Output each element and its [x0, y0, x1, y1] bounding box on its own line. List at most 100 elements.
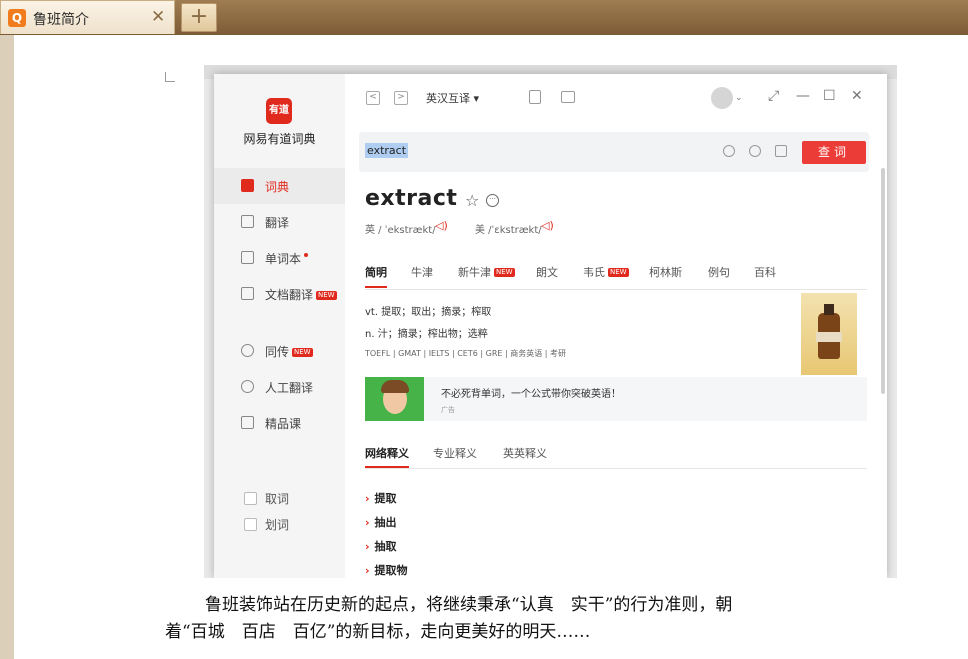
new-badge: NEW — [292, 348, 313, 357]
forward-button[interactable]: > — [394, 91, 408, 105]
embedded-screenshot: 有道 网易有道词典 词典 翻译 单词本 文档翻译 NEW 同传 NEW 人工翻译… — [204, 65, 897, 578]
sidebar-item-course[interactable]: 精品课 — [214, 405, 345, 441]
sidebar-item-wordbook[interactable]: 单词本 — [214, 240, 345, 276]
us-speaker-icon[interactable]: ◁) — [541, 219, 554, 232]
uk-speaker-icon[interactable]: ◁) — [435, 219, 448, 232]
youdao-window: 有道 网易有道词典 词典 翻译 单词本 文档翻译 NEW 同传 NEW 人工翻译… — [214, 74, 887, 578]
new-badge: NEW — [316, 291, 337, 300]
sidebar-item-label: 人工翻译 — [265, 381, 314, 395]
book-cover-image[interactable] — [801, 293, 857, 375]
ad-banner[interactable]: 不必死背单词，一个公式带你突破英语！ 广告 — [365, 377, 867, 421]
definition-noun: n. 汁；摘录；榨出物；选粹 — [365, 329, 488, 340]
history-icon[interactable] — [749, 145, 761, 157]
sidebar-item-simultaneous[interactable]: 同传 NEW — [214, 333, 345, 369]
tab-examples[interactable]: 例句 — [708, 264, 730, 280]
paragraph-line: 着“百城 百店 百亿”的新目标，走向更美好的明天…… — [165, 622, 591, 642]
page-margin — [0, 35, 14, 659]
back-button[interactable]: < — [366, 91, 380, 105]
human-translate-icon — [241, 380, 254, 393]
mini-mode-icon[interactable]: ⤢ — [768, 88, 779, 104]
tab-concise[interactable]: 简明 — [365, 264, 387, 280]
clear-icon[interactable] — [723, 145, 735, 157]
select-word-checkbox[interactable] — [244, 518, 257, 531]
web-definition-item[interactable]: › 抽出 — [365, 514, 397, 530]
tab-encyclopedia[interactable]: 百科 — [754, 264, 776, 280]
dictionary-icon — [241, 179, 254, 192]
document-translate-icon — [241, 287, 254, 300]
youdao-sidebar: 有道 网易有道词典 词典 翻译 单词本 文档翻译 NEW 同传 NEW 人工翻译… — [214, 74, 345, 578]
browser-tab[interactable]: Q 鲁班简介 ✕ — [0, 0, 175, 34]
youdao-toolbar: < > 英汉互译 ▾ ⌄ ⤢ — ☐ ✕ — [345, 74, 887, 124]
web-definition-tabs: 网络释义 专业释义 英英释义 — [365, 440, 867, 469]
document-body: 鲁班装饰站在历史新的起点，将继续秉承“认真 实干”的行为准则，朝 着“百城 百店… — [165, 592, 865, 646]
capture-word-label: 取词 — [265, 492, 290, 506]
screenshot-icon[interactable] — [561, 91, 575, 103]
sidebar-item-label: 文档翻译 NEW — [265, 288, 337, 302]
ad-image — [365, 377, 424, 421]
language-select[interactable]: 英汉互译 ▾ — [426, 90, 479, 106]
definition-verb: vt. 提取；取出；摘录；榨取 — [365, 307, 492, 318]
tab-longman[interactable]: 朗文 — [536, 264, 558, 280]
dictionary-tabs: 简明 牛津 新牛津 NEW 朗文 韦氏 NEW 柯林斯 例句 百科 — [365, 257, 867, 290]
tab-webster[interactable]: 韦氏 NEW — [583, 264, 629, 280]
tab-web-definition[interactable]: 网络释义 — [365, 445, 409, 461]
search-bar: extract 查词 — [359, 132, 869, 172]
sidebar-item-label: 精品课 — [265, 417, 302, 431]
ad-text: 不必死背单词，一个公式带你突破英语！ — [441, 389, 621, 400]
tab-collins[interactable]: 柯林斯 — [649, 264, 682, 280]
close-tab-icon[interactable]: ✕ — [151, 7, 165, 27]
close-icon[interactable]: ✕ — [851, 88, 863, 104]
active-tab-underline — [365, 286, 387, 288]
minimize-icon[interactable]: — — [796, 88, 810, 104]
app-name: 网易有道词典 — [243, 132, 316, 146]
sidebar-item-label: 词典 — [265, 180, 290, 194]
tab-new-oxford[interactable]: 新牛津 NEW — [458, 264, 515, 280]
tab-oxford[interactable]: 牛津 — [411, 264, 433, 280]
margin-corner-mark — [165, 72, 175, 82]
sidebar-item-label: 单词本 — [265, 250, 309, 267]
search-input[interactable]: extract — [365, 143, 409, 158]
browser-tab-bar: Q 鲁班简介 ✕ + — [0, 0, 968, 35]
avatar[interactable] — [711, 87, 733, 109]
sidebar-item-label: 同传 NEW — [265, 345, 313, 359]
notification-dot — [304, 253, 309, 257]
translate-icon — [241, 215, 254, 228]
sidebar-item-human-translate[interactable]: 人工翻译 — [214, 369, 345, 405]
paragraph-line: 鲁班装饰站在历史新的起点，将继续秉承“认真 实干”的行为准则，朝 — [205, 595, 733, 615]
exam-tags: TOEFL | GMAT | IELTS | CET6 | GRE | 商务英语… — [365, 349, 566, 358]
uk-phonetic: 英 / ˈekstrækt/ — [365, 225, 436, 236]
maximize-icon[interactable]: ☐ — [823, 88, 836, 104]
simultaneous-icon — [241, 344, 254, 357]
web-definition-item[interactable]: › 提取物 — [365, 562, 408, 578]
chevron-down-icon[interactable]: ⌄ — [735, 93, 743, 103]
tab-english-definition[interactable]: 英英释义 — [503, 445, 547, 461]
youdao-logo: 有道 — [266, 98, 292, 124]
course-icon — [241, 416, 254, 429]
notebook-icon[interactable] — [529, 90, 541, 104]
wordbook-icon — [241, 251, 254, 264]
query-button[interactable]: 查词 — [802, 141, 866, 164]
favicon-icon: Q — [8, 9, 26, 27]
active-tab-underline — [365, 466, 409, 468]
star-icon[interactable]: ☆ — [465, 191, 479, 210]
more-icon[interactable]: ··· — [486, 194, 499, 207]
tab-title: 鲁班简介 — [33, 12, 89, 28]
handwriting-icon[interactable] — [775, 145, 787, 157]
sidebar-item-dictionary[interactable]: 词典 — [214, 168, 345, 204]
sidebar-item-translate[interactable]: 翻译 — [214, 204, 345, 240]
new-badge: NEW — [494, 268, 515, 277]
bottle-illustration — [816, 304, 842, 359]
scrollbar[interactable] — [881, 168, 885, 394]
new-tab-button[interactable]: + — [181, 3, 217, 32]
tab-professional-definition[interactable]: 专业释义 — [433, 445, 477, 461]
sidebar-item-document-translate[interactable]: 文档翻译 NEW — [214, 276, 345, 312]
web-definition-item[interactable]: › 抽取 — [365, 538, 397, 554]
select-word-label: 划词 — [265, 518, 290, 532]
headword: extract — [365, 186, 458, 211]
web-definition-item[interactable]: › 提取 — [365, 490, 397, 506]
ad-label: 广告 — [441, 406, 455, 414]
capture-word-checkbox[interactable] — [244, 492, 257, 505]
new-badge: NEW — [608, 268, 629, 277]
sidebar-item-label: 翻译 — [265, 216, 290, 230]
us-phonetic: 美 /ˈɛkstrækt/ — [475, 225, 542, 236]
